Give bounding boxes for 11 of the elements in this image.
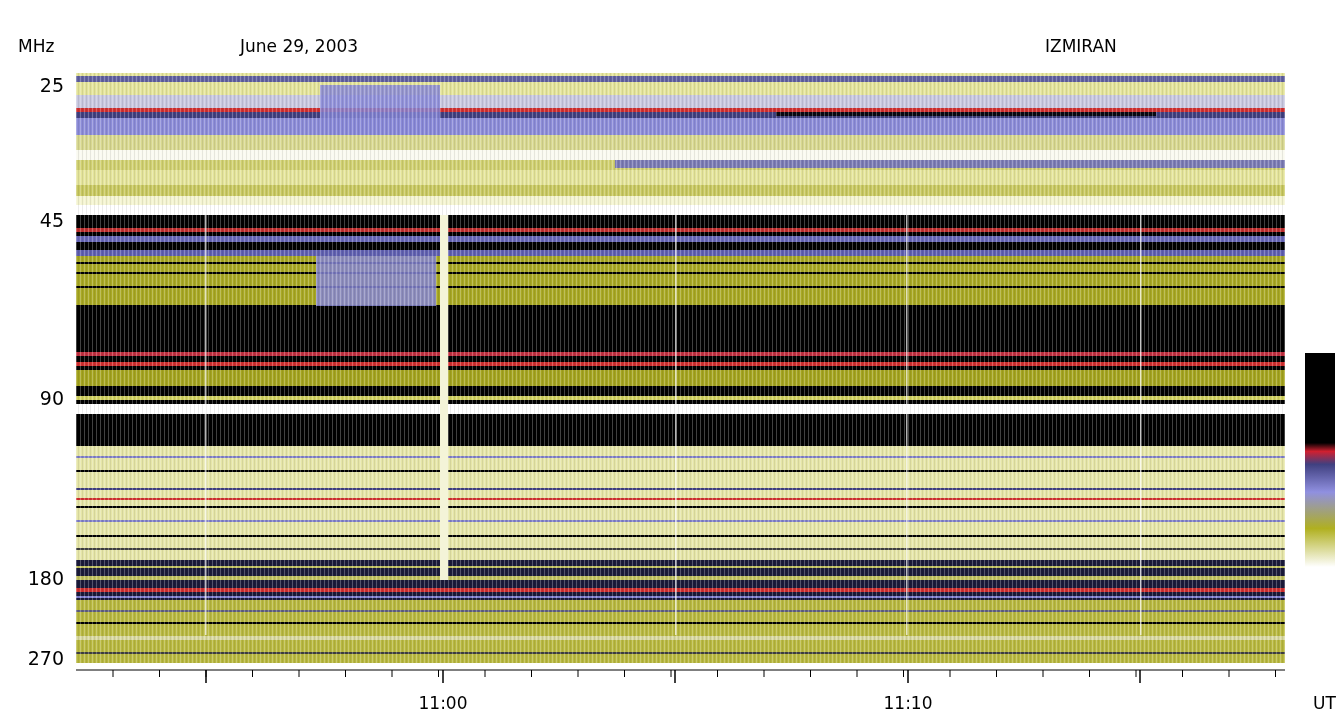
y-tick-label: 25 — [39, 74, 64, 96]
y-tick-label: 90 — [39, 387, 64, 409]
x-tick-label: 11:00 — [418, 693, 468, 713]
y-tick-label: 270 — [27, 647, 64, 669]
station-label: IZMIRAN — [1045, 36, 1117, 56]
y-tick-label: 180 — [27, 567, 64, 589]
y-tick-label: 45 — [39, 209, 64, 231]
date-label: June 29, 2003 — [240, 36, 359, 56]
axis-unit-label: UT — [1313, 693, 1336, 713]
x-tick-label: 11:10 — [883, 693, 933, 713]
axis-unit-label: MHz — [18, 36, 55, 56]
